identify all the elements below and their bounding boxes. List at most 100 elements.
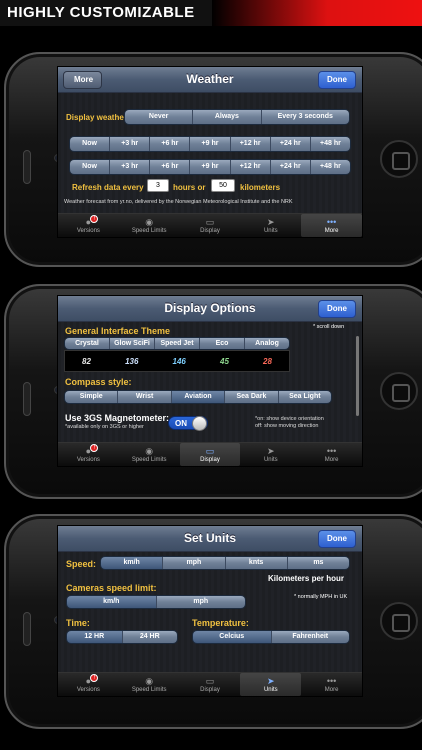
- camera-kmh[interactable]: km/h: [67, 596, 157, 608]
- compass-aviation[interactable]: Aviation: [171, 391, 226, 403]
- row2-12hr[interactable]: +12 hr: [230, 160, 271, 174]
- compass-label: Compass style:: [65, 377, 132, 387]
- option-every-3-seconds[interactable]: Every 3 seconds: [261, 110, 349, 124]
- more-dots-icon: •••: [326, 676, 337, 686]
- tab-display[interactable]: ▭ Display: [180, 214, 241, 237]
- tab-units[interactable]: ➤ Units: [240, 443, 301, 466]
- speed-ms[interactable]: ms: [287, 557, 349, 569]
- tab-versions[interactable]: ●! Versions: [58, 673, 119, 696]
- row1-now[interactable]: Now: [70, 137, 111, 151]
- compass-sea-light[interactable]: Sea Light: [278, 391, 331, 403]
- page-title: Set Units: [183, 531, 236, 545]
- tab-label: Units: [263, 687, 278, 693]
- row1-48hr[interactable]: +48 hr: [310, 137, 350, 151]
- theme-selector: Crystal Glow SciFi Speed Jet Eco Analog: [64, 337, 290, 350]
- km-input[interactable]: 50: [211, 179, 235, 192]
- tab-speed-limits[interactable]: ◉ Speed Limits: [119, 443, 180, 466]
- tab-label: Display: [200, 228, 220, 234]
- done-button[interactable]: Done: [318, 530, 356, 548]
- temp-celcius[interactable]: Celcius: [193, 631, 272, 643]
- tab-more[interactable]: ••• More: [301, 673, 362, 696]
- tab-more[interactable]: ••• More: [301, 443, 362, 466]
- speed-selector: km/h mph knts ms: [100, 556, 350, 570]
- display-content: General Interface Theme * scroll down Cr…: [58, 322, 362, 442]
- tab-speed-limits[interactable]: ◉ Speed Limits: [119, 673, 180, 696]
- speed-icon: ◉: [145, 217, 154, 227]
- home-button[interactable]: [380, 602, 418, 640]
- speed-mph[interactable]: mph: [163, 557, 226, 569]
- scrollbar[interactable]: [356, 336, 359, 416]
- banner-title: HIGHLY CUSTOMIZABLE: [7, 4, 195, 21]
- theme-glow-scifi[interactable]: Glow SciFi: [110, 338, 155, 349]
- compass-sea-dark[interactable]: Sea Dark: [225, 391, 279, 403]
- done-button[interactable]: Done: [318, 71, 356, 89]
- row1-3hr[interactable]: +3 hr: [110, 137, 151, 151]
- speed-label: Speed:: [66, 559, 97, 569]
- tab-label: Speed Limits: [131, 228, 167, 234]
- option-always[interactable]: Always: [193, 110, 262, 124]
- row2-6hr[interactable]: +6 hr: [150, 160, 191, 174]
- magnetometer-toggle[interactable]: ON: [168, 416, 208, 431]
- weather-credit: Weather forecast from yr.no, delivered b…: [64, 199, 293, 205]
- tab-label: Speed Limits: [131, 687, 167, 693]
- time-24hr[interactable]: 24 HR: [122, 631, 177, 643]
- speaker-grille: [23, 150, 31, 184]
- row1-6hr[interactable]: +6 hr: [150, 137, 191, 151]
- speed-kmh[interactable]: km/h: [101, 557, 164, 569]
- temperature-selector: Celcius Fahrenheit: [192, 630, 350, 644]
- theme-sample-glow-scifi: 136: [125, 356, 139, 366]
- theme-analog[interactable]: Analog: [245, 338, 289, 349]
- home-button[interactable]: [380, 372, 418, 410]
- row2-9hr[interactable]: +9 hr: [190, 160, 231, 174]
- temp-fahrenheit[interactable]: Fahrenheit: [271, 631, 349, 643]
- tab-display[interactable]: ▭ Display: [179, 443, 241, 466]
- tab-label: More: [324, 457, 339, 463]
- theme-speed-jet[interactable]: Speed Jet: [155, 338, 200, 349]
- theme-eco[interactable]: Eco: [200, 338, 245, 349]
- page-title: Display Options: [164, 301, 256, 315]
- tab-display[interactable]: ▭ Display: [180, 673, 241, 696]
- row2-3hr[interactable]: +3 hr: [110, 160, 151, 174]
- speaker-grille: [23, 612, 31, 646]
- row1-9hr[interactable]: +9 hr: [190, 137, 231, 151]
- row2-48hr[interactable]: +48 hr: [310, 160, 350, 174]
- tab-versions[interactable]: ●! Versions: [58, 443, 119, 466]
- tab-speed-limits[interactable]: ◉ Speed Limits: [119, 214, 180, 237]
- option-never[interactable]: Never: [125, 110, 194, 124]
- time-12hr[interactable]: 12 HR: [67, 631, 123, 643]
- nav-bar: More Weather Done: [58, 67, 362, 93]
- forecast-row-1: Now +3 hr +6 hr +9 hr +12 hr +24 hr +48 …: [69, 136, 351, 152]
- compass-simple[interactable]: Simple: [65, 391, 119, 403]
- row2-24hr[interactable]: +24 hr: [270, 160, 311, 174]
- tab-more[interactable]: ••• More: [301, 214, 362, 237]
- scroll-hint: * scroll down: [313, 324, 345, 330]
- tab-versions[interactable]: ●! Versions: [58, 214, 119, 237]
- hours-input[interactable]: 3: [147, 179, 169, 192]
- speed-knts[interactable]: knts: [225, 557, 288, 569]
- speed-caption: Kilometers per hour: [268, 574, 345, 583]
- tab-label: Display: [200, 687, 220, 693]
- units-content: Speed: km/h mph knts ms Kilometers per h…: [58, 552, 362, 672]
- home-button[interactable]: [380, 140, 418, 178]
- row1-24hr[interactable]: +24 hr: [270, 137, 311, 151]
- compass-wrist[interactable]: Wrist: [118, 391, 172, 403]
- done-button[interactable]: Done: [318, 300, 356, 318]
- km-label: kilometers: [240, 183, 281, 192]
- row1-12hr[interactable]: +12 hr: [230, 137, 271, 151]
- tab-units[interactable]: ➤ Units: [240, 214, 301, 237]
- camera-mph[interactable]: mph: [156, 596, 245, 608]
- theme-crystal[interactable]: Crystal: [65, 338, 110, 349]
- units-screen: Set Units Done Speed: km/h mph knts ms K…: [57, 525, 363, 697]
- row2-now[interactable]: Now: [70, 160, 111, 174]
- nav-bar: Set Units Done: [58, 526, 362, 552]
- speed-icon: ◉: [145, 446, 154, 456]
- theme-sample-speed-jet: 146: [172, 356, 186, 366]
- monitor-icon: ▭: [205, 217, 215, 227]
- tab-badge: !: [90, 215, 99, 223]
- compass-selector: Simple Wrist Aviation Sea Dark Sea Light: [64, 390, 332, 404]
- tab-bar: ●! Versions ◉ Speed Limits ▭ Display ➤ Units…: [58, 672, 362, 696]
- tab-badge: !: [90, 444, 99, 452]
- monitor-icon: ▭: [205, 676, 215, 686]
- tab-badge: !: [90, 674, 99, 682]
- tab-units[interactable]: ➤ Units: [240, 673, 302, 696]
